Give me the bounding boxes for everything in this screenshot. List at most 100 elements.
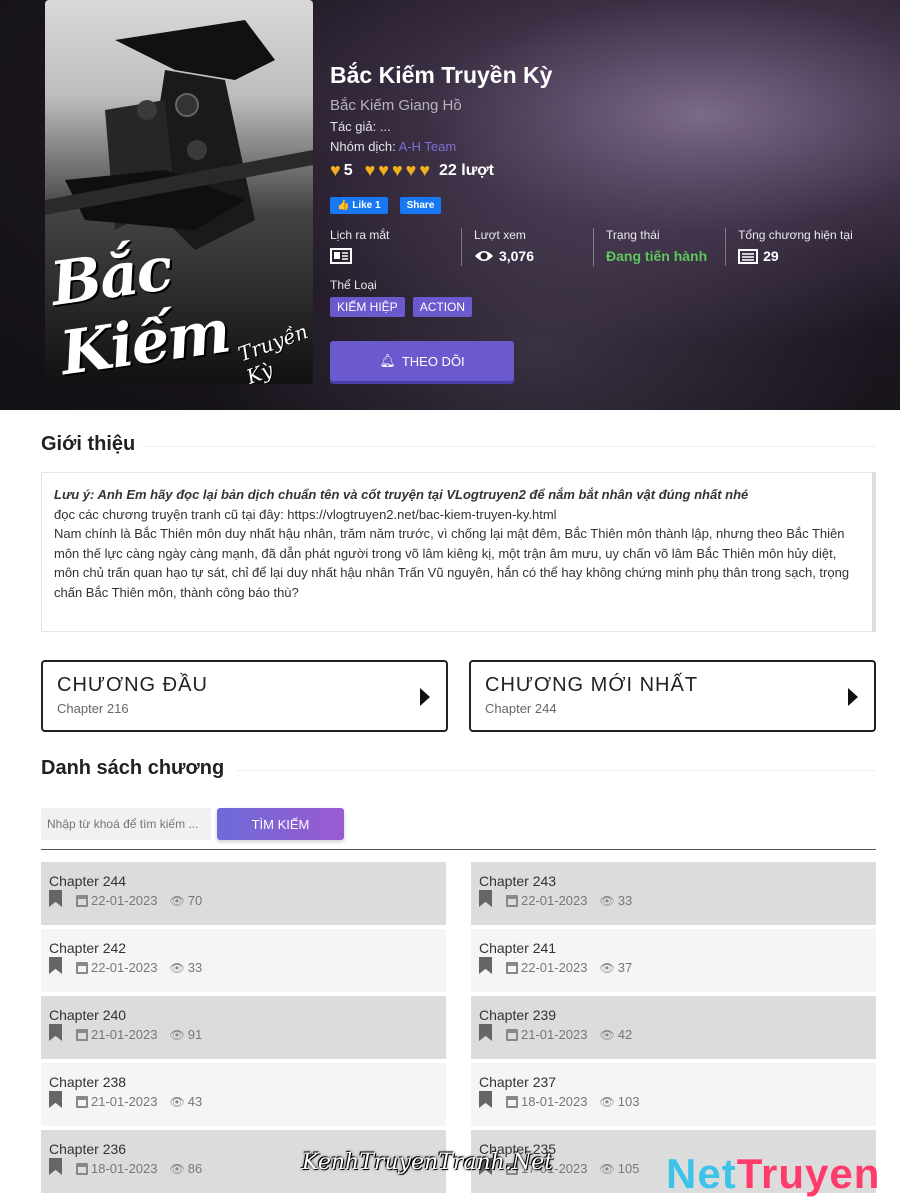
rating: ♥ 5 ♥ ♥ ♥ ♥ ♥ 22 lượt [330,160,875,181]
manga-alt-title: Bắc Kiếm Giang Hồ [330,97,462,114]
first-chapter-button[interactable]: CHƯƠNG ĐẦU Chapter 216 [41,660,448,732]
chapter-views: 33 [187,960,203,975]
eye-icon: 👁︎ [169,1094,185,1109]
chapter-item[interactable]: Chapter 241 22-01-2023 👁︎ 37 [471,929,876,992]
eye-icon: 👁︎ [599,893,615,908]
eye-icon: 👁︎ [169,960,185,975]
genre-tag[interactable]: ACTION [412,297,473,317]
status-value: Đang tiến hành [606,248,708,264]
genre-tag[interactable]: KIẾM HIỆP [330,297,405,317]
newspaper-icon[interactable] [330,248,352,264]
bookmark-icon[interactable] [479,957,492,974]
chapter-views: 105 [617,1161,640,1176]
author-line: Tác giả: ... [330,119,875,134]
watermark-nettruyen: NetTruyen [666,1150,880,1198]
chapter-item[interactable]: Chapter 242 22-01-2023 👁︎ 33 [41,929,446,992]
cover-image[interactable]: Bắc Kiếm Truyền Kỳ [45,0,313,384]
chapter-item[interactable]: Chapter 238 21-01-2023 👁︎ 43 [41,1063,446,1126]
heart-icon: ♥ [330,160,341,180]
eye-icon [474,251,493,261]
chapter-list-heading-divider [236,770,876,771]
chapters-label: Tổng chương hiện tại [738,228,853,242]
facebook-like-button[interactable]: 👍 Like 1 [330,197,388,214]
intro-note: Lưu ý: Anh Em hãy đọc lại bản dịch chuẩn… [54,487,749,502]
chapter-search-button[interactable]: TÌM KIẾM [217,808,344,840]
intro-old-link: đọc các chương truyện tranh cũ tại đây: … [54,506,557,522]
eye-icon: 👁︎ [169,893,185,908]
chapter-views: 86 [187,1161,203,1176]
team-label: Nhóm dịch: [330,139,396,154]
calendar-icon [76,1162,88,1175]
chapter-views: 91 [187,1027,203,1042]
chapter-date: 21-01-2023 [91,1094,158,1109]
bookmark-icon[interactable] [49,1158,62,1175]
first-chapter-label: CHƯƠNG ĐẦU [57,674,208,696]
calendar-icon [76,961,88,974]
chapter-item[interactable]: Chapter 244 22-01-2023 👁︎ 70 [41,862,446,925]
genre-label: Thể Loại [330,278,377,292]
chapter-views: 42 [617,1027,633,1042]
calendar-icon [506,1095,518,1108]
chapter-views: 43 [187,1094,203,1109]
follow-button[interactable]: 🔔︎ THEO DÕI [330,341,514,381]
stats-row: Lịch ra mắt Lượt xem 3,076 Trạng thái Đa… [330,228,875,266]
chapter-item[interactable]: Chapter 237 18-01-2023 👁︎ 103 [471,1063,876,1126]
chapter-date: 21-01-2023 [521,1027,588,1042]
rating-heart-4-icon[interactable]: ♥ [406,160,417,181]
bookmark-icon[interactable] [49,1091,62,1108]
bookmark-icon[interactable] [49,890,62,907]
rating-heart-1-icon[interactable]: ♥ [365,160,376,181]
bookmark-icon[interactable] [49,957,62,974]
play-arrow-icon [420,688,430,706]
latest-chapter-button[interactable]: CHƯƠNG MỚI NHẤT Chapter 244 [469,660,876,732]
chapter-search-input[interactable] [41,808,211,840]
chapter-views: 70 [187,893,203,908]
intro-box: Lưu ý: Anh Em hãy đọc lại bản dịch chuẩn… [41,472,876,632]
chapter-list-heading: Danh sách chương [41,757,225,779]
chapter-item[interactable]: Chapter 240 21-01-2023 👁︎ 91 [41,996,446,1059]
team-link[interactable]: A-H Team [399,139,457,154]
calendar-icon [76,1095,88,1108]
chapter-date: 22-01-2023 [91,893,158,908]
chapter-date: 18-01-2023 [91,1161,158,1176]
rating-heart-5-icon[interactable]: ♥ [419,160,430,181]
search-divider [41,849,876,850]
bookmark-icon[interactable] [49,1024,62,1041]
chapter-grid: Chapter 244 22-01-2023 👁︎ 70 Chapter 243… [41,862,876,1193]
rating-heart-3-icon[interactable]: ♥ [392,160,403,181]
stat-chapters: Tổng chương hiện tại 29 [726,228,875,266]
chapter-item[interactable]: Chapter 243 22-01-2023 👁︎ 33 [471,862,876,925]
eye-icon: 👁︎ [599,1161,615,1176]
chapter-views: 103 [617,1094,640,1109]
latest-chapter-label: CHƯƠNG MỚI NHẤT [485,674,699,696]
chapter-date: 21-01-2023 [91,1027,158,1042]
eye-icon: 👁︎ [169,1161,185,1176]
watermark-kenhtruyentranh: KenhTruyenTranh.Net [302,1150,553,1175]
thumbs-up-icon: 👍 [337,200,350,211]
chapter-views: 37 [617,960,633,975]
calendar-icon [506,961,518,974]
chapter-name: Chapter 238 [49,1074,127,1090]
social-buttons: 👍 Like 1 Share [330,197,875,214]
author-label: Tác giả: [330,119,377,134]
chapter-item[interactable]: Chapter 239 21-01-2023 👁︎ 42 [471,996,876,1059]
bookmark-icon[interactable] [479,890,492,907]
author-value[interactable]: ... [380,119,391,134]
rating-heart-2-icon[interactable]: ♥ [378,160,389,181]
eye-icon: 👁︎ [169,1027,185,1042]
calendar-icon [76,1028,88,1041]
chapter-name: Chapter 237 [479,1074,557,1090]
calendar-icon [506,894,518,907]
bookmark-icon[interactable] [479,1024,492,1041]
release-label: Lịch ra mắt [330,228,390,242]
facebook-share-button[interactable]: Share [399,197,442,214]
chapter-views: 33 [617,893,633,908]
watermark-truyen: Truyen [736,1150,881,1197]
bookmark-icon[interactable] [479,1091,492,1108]
rating-count: 22 lượt [439,161,495,179]
chapter-date: 22-01-2023 [91,960,158,975]
views-label: Lượt xem [473,228,526,242]
follow-label: THEO DÕI [401,353,465,369]
chapter-date: 22-01-2023 [521,960,588,975]
manga-header: Bắc Kiếm Truyền Kỳ Bắc Kiếm Truyền Kỳ Bắ… [0,0,900,410]
